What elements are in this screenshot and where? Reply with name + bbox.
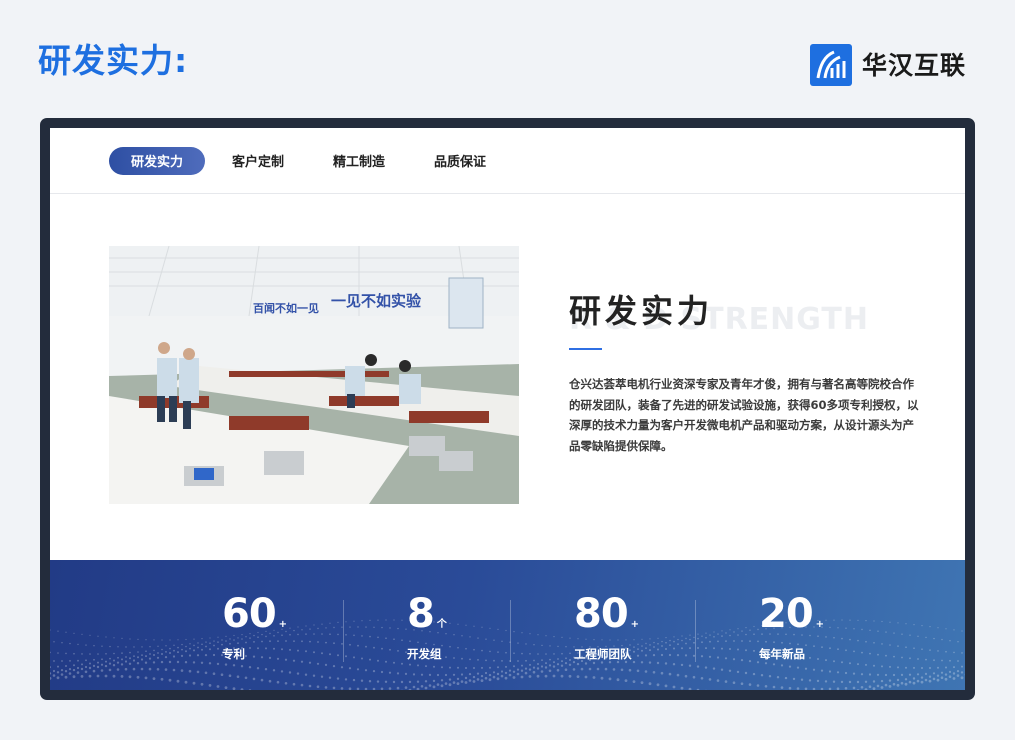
stat-patents: 60 + 专利	[222, 594, 287, 662]
stat-divider	[343, 600, 344, 662]
stat-value: 80	[574, 591, 629, 637]
brand-logo-icon	[810, 44, 852, 86]
stat-unit: +	[815, 619, 825, 630]
stat-label: 专利	[222, 647, 245, 661]
stat-divider	[510, 600, 511, 662]
stat-label: 每年新品	[759, 647, 805, 661]
stat-divider	[695, 600, 696, 662]
stat-engineers: 80 + 工程师团队	[574, 594, 639, 662]
section-title: R & D STRENGTH 研发实力	[569, 276, 929, 337]
tab-quality[interactable]: 品质保证	[412, 147, 508, 175]
lab-photo: 百闻不如一见 一见不如实验	[109, 246, 519, 504]
section-intro: 仓兴达荟萃电机行业资深专家及青年才俊，拥有与著名高等院校合作的研发团队，装备了先…	[569, 377, 919, 453]
brand-name: 华汉互联	[862, 50, 967, 80]
device-frame: 研发实力 客户定制 精工制造 品质保证 百闻不如一见 一见不如实验 R & D …	[40, 118, 975, 700]
stat-value: 8	[407, 591, 435, 637]
tab-rd-strength[interactable]: 研发实力	[109, 146, 206, 175]
tab-manufacturing[interactable]: 精工制造	[311, 147, 407, 175]
wall-slogan-right: 一见不如实验	[331, 292, 422, 310]
stat-value: 60	[222, 591, 277, 637]
stat-label: 工程师团队	[574, 647, 632, 661]
tab-bar: 研发实力 客户定制 精工制造 品质保证	[50, 128, 965, 194]
brand-logo: 华汉互联	[810, 44, 966, 86]
title-underline	[569, 348, 602, 350]
site-preview: 研发实力 客户定制 精工制造 品质保证 百闻不如一见 一见不如实验 R & D …	[50, 128, 965, 690]
wall-slogan-left: 百闻不如一见	[253, 301, 319, 315]
dot-pattern	[50, 619, 965, 690]
stat-value: 20	[759, 591, 814, 637]
stat-unit: +	[278, 619, 288, 630]
stat-new-products: 20 + 每年新品	[759, 594, 824, 662]
page-heading: 研发实力:	[38, 41, 189, 80]
stat-label: 开发组	[407, 647, 442, 661]
stats-band: 60 + 专利 8个 开发组 80 + 工程师团队 20 + 每年新品	[50, 560, 965, 690]
section-title-text: 研发实力	[569, 292, 714, 330]
stat-unit: 个	[436, 619, 447, 630]
stat-unit: +	[630, 619, 640, 630]
stat-dev-groups: 8个 开发组	[407, 594, 447, 662]
tab-custom[interactable]: 客户定制	[210, 147, 306, 175]
